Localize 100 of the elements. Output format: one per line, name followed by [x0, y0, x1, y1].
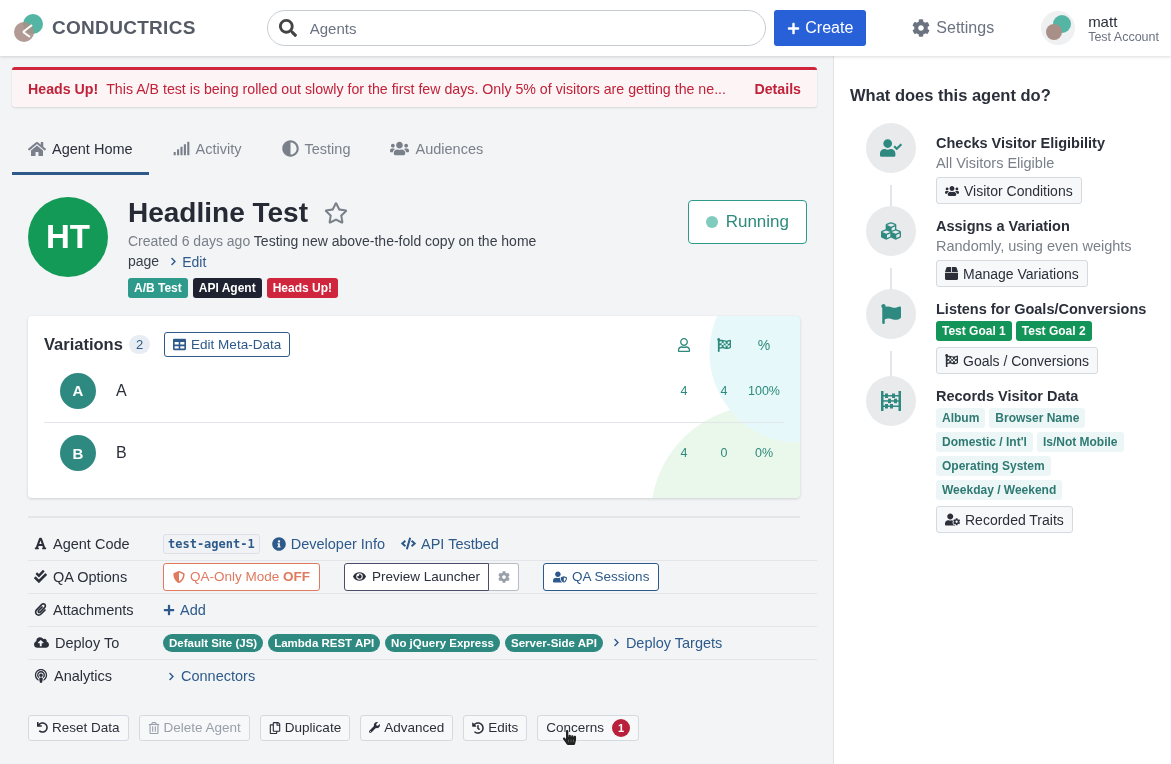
variation-name: A: [116, 381, 128, 400]
user-gear-icon: [945, 512, 960, 527]
flag-icon: [881, 304, 901, 324]
table-cell-text: 100%: [747, 383, 781, 398]
table-cell-text: 4: [679, 383, 689, 398]
user-shield-icon: [553, 569, 568, 584]
agent-tag: Heads Up!: [266, 277, 339, 298]
status-button[interactable]: Running: [687, 200, 807, 244]
settings-icon: [497, 570, 510, 583]
paperclip-icon: [34, 603, 47, 616]
variations-title: Variations: [44, 335, 123, 354]
brand-name: CONDUCTRICS: [52, 17, 196, 39]
tab[interactable]: Activity: [156, 125, 258, 175]
action-button[interactable]: Edits: [463, 714, 528, 741]
step-button[interactable]: Goals / Conversions: [936, 347, 1099, 374]
chevron-right-icon: [611, 638, 621, 647]
user-avatar[interactable]: [1040, 10, 1077, 46]
settings-button[interactable]: [489, 562, 520, 591]
user-name: matt: [1088, 12, 1119, 30]
chevron-link[interactable]: Connectors: [167, 668, 256, 684]
star-icon[interactable]: [324, 201, 348, 225]
tab[interactable]: Audiences: [374, 125, 500, 175]
step-subtitle: All Visitors Eligible: [936, 155, 1055, 171]
variation-avatar: B: [60, 435, 96, 471]
step-title: Checks Visitor Eligibility: [936, 135, 1105, 151]
count-badge: 1: [612, 718, 630, 737]
user-icon: [677, 337, 691, 352]
step-tag: Test Goal 1: [936, 321, 1012, 341]
home-icon: [28, 139, 46, 158]
edit-link[interactable]: Edit: [169, 251, 207, 272]
step-tag: Is/Not Mobile: [1036, 432, 1124, 452]
signal-bars-icon: [172, 140, 190, 157]
abacus-icon: [880, 390, 902, 412]
table-cell-text: 0: [719, 446, 729, 460]
preview-launcher-button[interactable]: Preview Launcher: [344, 562, 490, 591]
deploy-tag: Lambda REST API: [268, 633, 381, 652]
step-tag: Browser Name: [989, 408, 1086, 428]
search-icon: [278, 19, 297, 37]
agent-tag: A/B Test: [128, 277, 188, 298]
step-tag: Weekday / Weekend: [936, 480, 1063, 500]
step-title: Listens for Goals/Conversions: [936, 301, 1147, 317]
step-tag: Test Goal 2: [1015, 321, 1092, 341]
chevron-right-icon: [167, 671, 176, 681]
row-label: QA Options: [53, 568, 128, 585]
info-icon: [271, 536, 286, 551]
broadcast-icon: [34, 669, 48, 683]
logo-icon: [12, 12, 46, 44]
agent-code: test-agent-1: [163, 533, 260, 554]
settings-icon: [912, 19, 931, 37]
deploy-tag: Default Site (JS): [163, 633, 264, 652]
edit-meta-data-button[interactable]: Edit Meta-Data: [164, 332, 291, 357]
row-label: Attachments: [53, 601, 134, 618]
copy-icon: [268, 721, 281, 734]
action-button[interactable]: Duplicate: [259, 714, 351, 741]
trash-icon: [147, 721, 160, 734]
agent-title: Headline Test: [128, 197, 308, 229]
tab[interactable]: Testing: [265, 125, 367, 175]
agent-tag: API Agent: [192, 277, 262, 298]
checkered-flag-icon: [717, 337, 731, 352]
add-link[interactable]: Add: [163, 601, 206, 618]
step-title: Assigns a Variation: [936, 218, 1070, 234]
settings-button[interactable]: Settings: [906, 18, 1001, 38]
double-check-icon: [34, 570, 47, 583]
create-button[interactable]: Create: [774, 10, 867, 46]
user-check-icon: [880, 137, 902, 159]
wrench-icon: [369, 722, 381, 733]
action-button[interactable]: Advanced: [360, 714, 454, 741]
cubes-icon: [881, 221, 901, 241]
plus-icon: [787, 21, 801, 35]
table-cell-text: 0%: [753, 446, 775, 460]
code-icon: [401, 536, 416, 551]
api-testbed-link[interactable]: API Testbed: [401, 535, 499, 552]
variation-avatar: A: [60, 372, 96, 409]
panel-title: What does this agent do?: [850, 86, 1052, 105]
step-title: Records Visitor Data: [936, 388, 1079, 404]
tab[interactable]: Agent Home: [12, 125, 149, 175]
chevron-link[interactable]: Deploy Targets: [611, 634, 723, 651]
step-tag: Album: [936, 408, 986, 428]
variation-count: 2: [128, 335, 151, 354]
step-button[interactable]: Recorded Traits: [936, 506, 1073, 533]
alert-title: Heads Up!: [28, 80, 99, 97]
agent-description: Created 6 days ago Testing new above-the-fold copy on the home page Edit: [128, 232, 538, 272]
step-button[interactable]: Manage Variations: [936, 260, 1088, 287]
step-subtitle: Randomly, using even weights: [936, 238, 1132, 254]
qa-sessions-button[interactable]: QA Sessions: [543, 562, 660, 591]
action-button[interactable]: Reset Data: [28, 714, 129, 741]
shield-icon: [173, 570, 185, 583]
people-icon: [945, 183, 959, 198]
eye-icon: [353, 570, 367, 583]
cloud-upload-icon: [34, 635, 49, 650]
table-cell-text: 4: [679, 446, 689, 460]
details-link[interactable]: Details: [754, 80, 801, 97]
plus-icon: [163, 603, 175, 616]
table-icon: [173, 338, 187, 351]
step-tag: Domestic / Int'l: [936, 432, 1033, 452]
column-header: %: [756, 336, 772, 353]
step-button[interactable]: Visitor Conditions: [936, 177, 1082, 204]
row-label: Agent Code: [53, 535, 130, 552]
developer-info-link[interactable]: Developer Info: [271, 535, 385, 552]
search-field[interactable]: Agents: [266, 10, 767, 46]
